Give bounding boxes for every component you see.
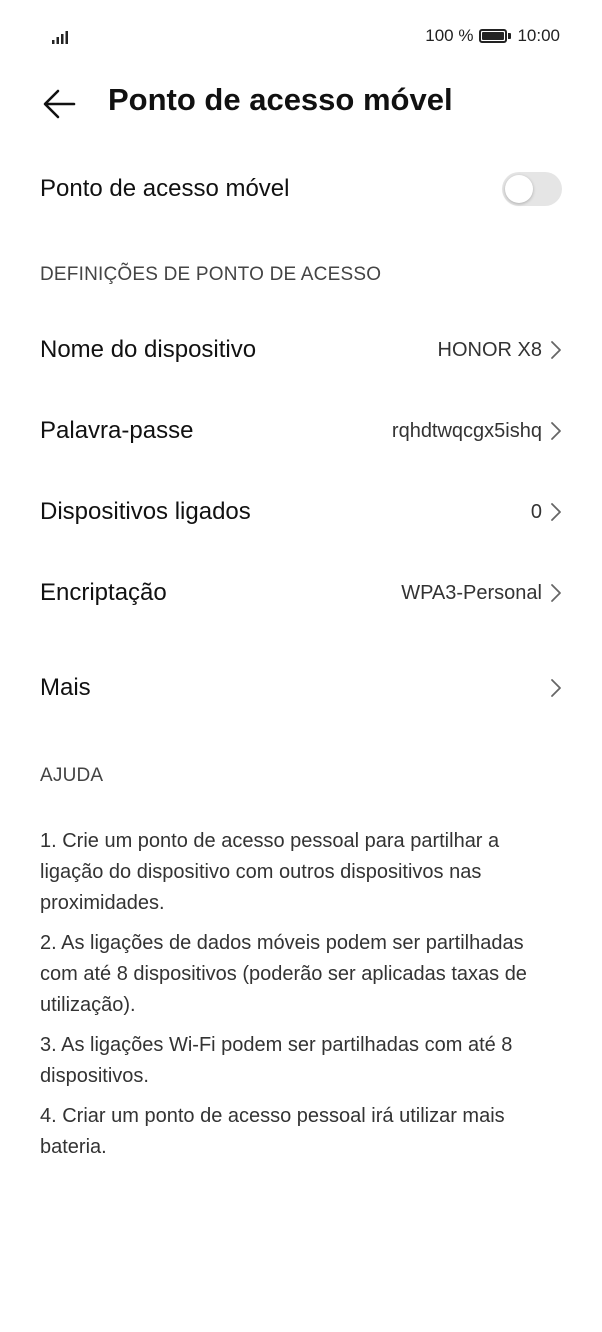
toggle-knob [505,175,533,203]
password-label: Palavra-passe [40,417,194,444]
status-right: 100 % 10:00 [425,26,560,46]
connected-devices-label: Dispositivos ligados [40,498,251,525]
connected-devices-row[interactable]: Dispositivos ligados 0 [40,484,562,540]
battery-full-icon [479,29,512,43]
status-bar: 100 % 10:00 [0,0,602,72]
help-item: 3. As ligações Wi-Fi podem ser partilhad… [40,1034,513,1087]
hotspot-toggle-row[interactable]: Ponto de acesso móvel [40,160,562,218]
chevron-right-icon [551,503,561,521]
back-arrow-icon[interactable] [40,84,80,124]
chevron-right-icon [551,679,561,697]
password-value: rqhdtwqcgx5ishq [391,419,542,442]
device-name-value: HONOR X8 [437,338,542,361]
settings-section-header: DEFINIÇÕES DE PONTO DE ACESSO [40,264,382,285]
hotspot-toggle-label: Ponto de acesso móvel [40,175,290,202]
help-list: 1. Crie um ponto de acesso pessoal para … [40,826,564,1172]
more-label: Mais [40,674,91,701]
help-item: 2. As ligações de dados móveis podem ser… [40,932,527,1016]
page-title: Ponto de acesso móvel [108,82,453,117]
encryption-label: Encriptação [40,579,167,606]
hotspot-toggle-switch[interactable] [502,172,562,206]
chevron-right-icon [551,341,561,359]
encryption-value: WPA3-Personal [401,581,542,604]
help-item: 4. Criar um ponto de acesso pessoal irá … [40,1105,505,1158]
app-header: Ponto de acesso móvel [0,72,602,136]
connected-devices-value: 0 [530,500,542,523]
chevron-right-icon [551,422,561,440]
encryption-row[interactable]: Encriptação WPA3-Personal [40,565,562,621]
device-name-row[interactable]: Nome do dispositivo HONOR X8 [40,322,562,378]
chevron-right-icon [551,584,561,602]
help-section-header: AJUDA [40,765,104,786]
password-row[interactable]: Palavra-passe rqhdtwqcgx5ishq [40,403,562,459]
help-item: 1. Crie um ponto de acesso pessoal para … [40,830,500,914]
signal-bars-icon [52,31,68,44]
clock: 10:00 [517,26,560,45]
device-name-label: Nome do dispositivo [40,336,257,363]
battery-percent: 100 % [425,26,474,45]
more-row[interactable]: Mais [40,660,562,716]
